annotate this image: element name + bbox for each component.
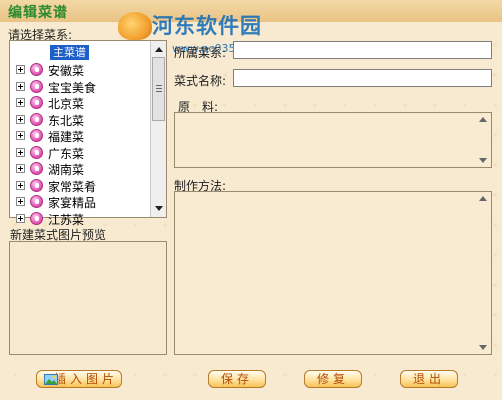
grip-line — [156, 85, 162, 86]
cuisine-heart-icon — [30, 145, 43, 159]
tree-list: 安徽菜 宝宝美食 北京菜 东北菜 福建菜 广东菜 湖南菜 家常菜肴 家宴精品 江… — [14, 61, 154, 227]
insert-image-button[interactable]: 插入图片 — [36, 370, 122, 388]
method-scrollbar[interactable] — [475, 192, 491, 354]
ingredients-textarea[interactable] — [174, 112, 492, 168]
tree-item-label: 宝宝美食 — [48, 80, 97, 95]
expand-plus-icon[interactable] — [16, 81, 25, 91]
dish-name-field[interactable] — [233, 69, 492, 87]
save-button[interactable]: 保存 — [208, 370, 266, 388]
tree-item[interactable]: 宝宝美食 — [14, 78, 154, 95]
recipe-editor-window: 编辑菜谱 河东软件园 www.pc0359.cn 请选择菜系: 主菜谱 安徽菜 … — [0, 0, 502, 400]
dish-name-label: 菜式名称: — [174, 74, 227, 88]
tree-item-label: 安徽菜 — [48, 64, 85, 78]
expand-plus-icon[interactable] — [16, 180, 25, 190]
tree-item-label: 江苏菜 — [48, 212, 85, 227]
save-label: 保存 — [220, 372, 253, 386]
tree-item[interactable]: 江苏菜 — [14, 210, 154, 227]
category-label: 所属菜系: — [174, 46, 227, 60]
ingredients-scrollbar[interactable] — [475, 113, 491, 167]
modify-button[interactable]: 修复 — [304, 370, 362, 388]
modify-label: 修复 — [316, 372, 349, 386]
tree-item-label: 家宴精品 — [48, 196, 97, 210]
tree-item[interactable]: 广东菜 — [14, 144, 154, 161]
tree-item-label: 东北菜 — [48, 113, 85, 128]
expand-plus-icon[interactable] — [16, 131, 25, 140]
scroll-up-arrow-icon[interactable] — [479, 196, 487, 201]
tree-item-label: 家常菜肴 — [48, 179, 97, 194]
exit-label: 退出 — [412, 372, 445, 386]
cuisine-heart-icon — [30, 162, 43, 175]
scroll-up-arrow-icon[interactable] — [155, 47, 163, 52]
tree-item-label: 广东菜 — [48, 146, 85, 161]
scroll-down-arrow-icon[interactable] — [155, 206, 163, 211]
tree-item[interactable]: 湖南菜 — [14, 160, 154, 177]
cuisine-heart-icon — [30, 96, 43, 109]
cuisine-heart-icon — [30, 129, 43, 142]
expand-plus-icon[interactable] — [16, 164, 25, 173]
method-textarea[interactable] — [174, 191, 492, 355]
tree-item[interactable]: 安徽菜 — [14, 61, 154, 78]
cuisine-heart-icon — [30, 112, 43, 126]
category-tree[interactable]: 主菜谱 安徽菜 宝宝美食 北京菜 东北菜 福建菜 广东菜 湖南菜 家常菜肴 家宴… — [9, 40, 167, 227]
cuisine-heart-icon — [30, 178, 43, 192]
watermark-logo-icon — [118, 12, 152, 40]
picture-icon — [44, 374, 58, 385]
expand-plus-icon[interactable] — [16, 98, 25, 107]
tree-item[interactable]: 福建菜 — [14, 127, 154, 144]
expand-plus-icon[interactable] — [16, 65, 25, 74]
grip-line — [156, 91, 162, 92]
image-preview-area — [9, 241, 167, 355]
cuisine-heart-icon — [30, 195, 43, 208]
tree-item[interactable]: 东北菜 — [14, 111, 154, 128]
scroll-down-arrow-icon[interactable] — [479, 158, 487, 163]
tree-root-item[interactable]: 主菜谱 — [50, 45, 89, 60]
cuisine-heart-icon — [30, 79, 43, 93]
insert-image-label: 插入图片 — [53, 372, 118, 386]
expand-plus-icon[interactable] — [16, 147, 25, 157]
scrollbar-thumb[interactable] — [152, 57, 165, 121]
expand-plus-icon[interactable] — [16, 114, 25, 124]
watermark-title: 河东软件园 — [152, 14, 262, 38]
expand-plus-icon[interactable] — [16, 213, 25, 223]
grip-line — [156, 88, 162, 89]
tree-item[interactable]: 北京菜 — [14, 94, 154, 111]
scroll-down-arrow-icon[interactable] — [479, 345, 487, 350]
category-field[interactable] — [233, 41, 492, 59]
tree-item-label: 北京菜 — [48, 97, 85, 111]
tree-item[interactable]: 家宴精品 — [14, 193, 154, 210]
window-title: 编辑菜谱 — [8, 5, 68, 21]
cuisine-heart-icon — [30, 211, 43, 225]
cuisine-heart-icon — [30, 63, 43, 76]
exit-button[interactable]: 退出 — [400, 370, 458, 388]
scroll-up-arrow-icon[interactable] — [479, 117, 487, 122]
expand-plus-icon[interactable] — [16, 197, 25, 206]
tree-item-label: 湖南菜 — [48, 163, 85, 177]
tree-item[interactable]: 家常菜肴 — [14, 177, 154, 194]
tree-scrollbar[interactable] — [150, 41, 166, 217]
tree-item-label: 福建菜 — [48, 130, 85, 144]
